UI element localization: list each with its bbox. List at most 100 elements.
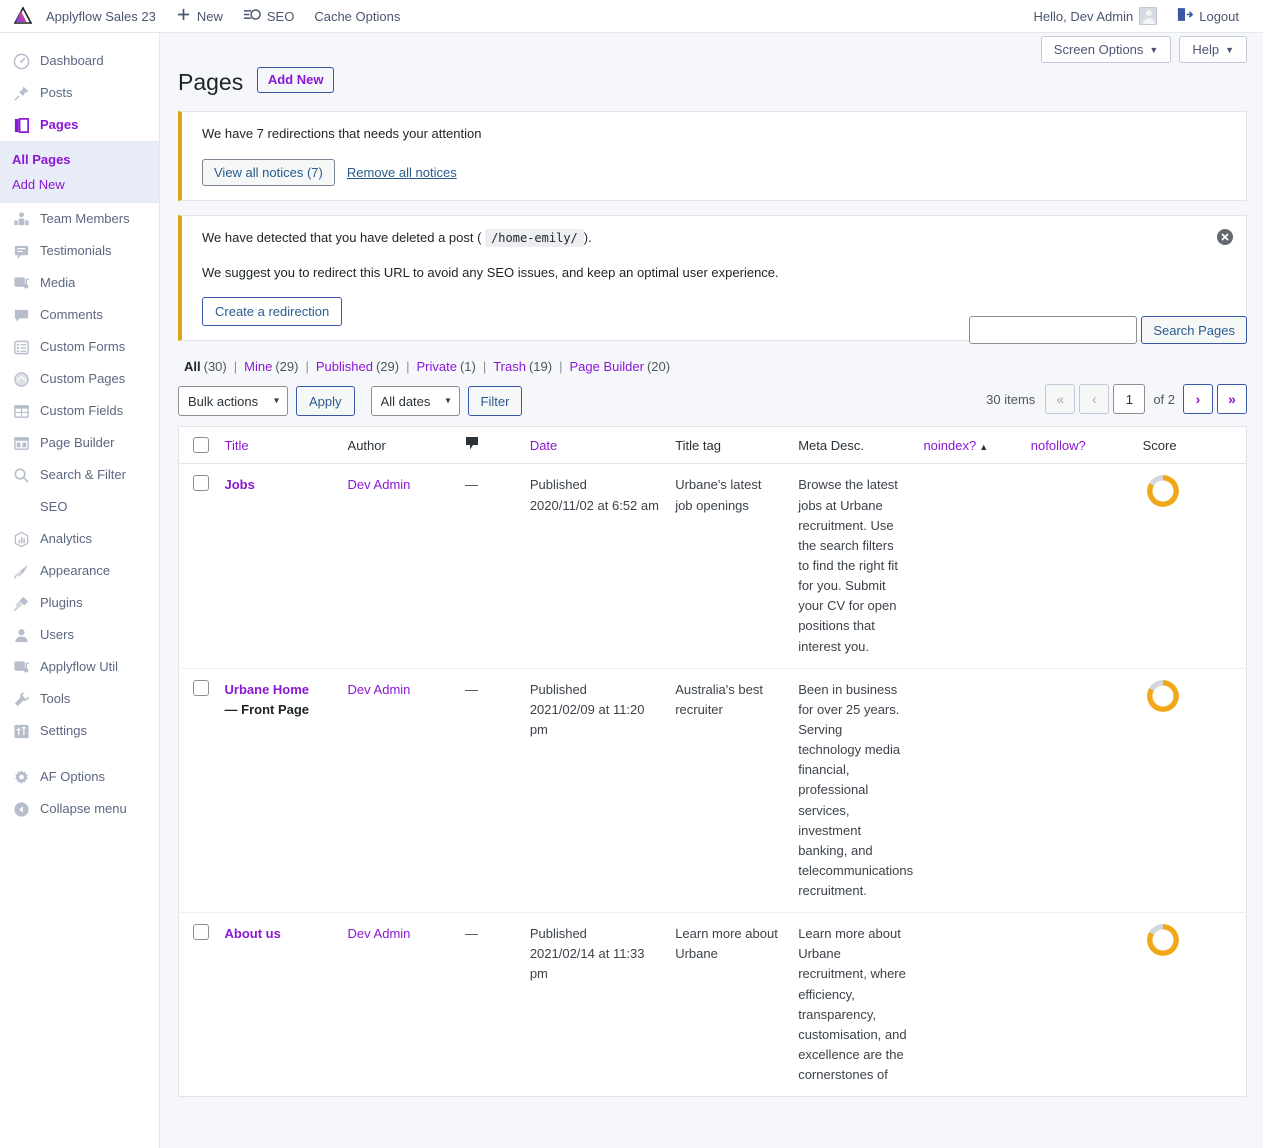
author-link[interactable]: Dev Admin xyxy=(348,682,411,697)
page-builder-icon xyxy=(12,434,30,452)
sidebar-item-users[interactable]: Users xyxy=(0,619,159,651)
sidebar-item-analytics[interactable]: Analytics xyxy=(0,523,159,555)
row-checkbox[interactable] xyxy=(193,679,209,696)
screen-options-button[interactable]: Screen Options ▼ xyxy=(1040,36,1172,63)
sidebar-item-af-options[interactable]: AF Options xyxy=(0,761,159,793)
sidebar-item-tools[interactable]: Tools xyxy=(0,683,159,715)
sidebar-item-appearance[interactable]: Appearance xyxy=(0,555,159,587)
row-comments-cell: — xyxy=(456,912,522,1097)
remove-all-notices-link[interactable]: Remove all notices xyxy=(347,165,457,180)
add-new-button[interactable]: Add New xyxy=(256,67,335,93)
sidebar-item-plugins[interactable]: Plugins xyxy=(0,587,159,619)
filter-separator: | xyxy=(406,359,410,375)
sidebar-item-posts[interactable]: Posts xyxy=(0,77,159,109)
sidebar-item-label: Collapse menu xyxy=(40,801,127,816)
sidebar-item-settings[interactable]: Settings xyxy=(0,715,159,747)
create-redirection-button[interactable]: Create a redirection xyxy=(202,297,343,327)
sidebar-item-page-builder[interactable]: Page Builder xyxy=(0,427,159,459)
row-checkbox[interactable] xyxy=(193,924,209,941)
page-title-link[interactable]: Jobs xyxy=(225,477,255,492)
sidebar-item-label: Tools xyxy=(40,691,71,706)
sidebar-item-all-pages[interactable]: All Pages xyxy=(0,147,159,172)
close-icon[interactable] xyxy=(1216,228,1234,246)
filter-link-mine[interactable]: Mine xyxy=(244,359,272,374)
sidebar-item-applyflow-util[interactable]: Applyflow Util xyxy=(0,651,159,683)
sidebar-item-label: Custom Fields xyxy=(40,403,124,418)
deleted-post-line: We have detected that you have deleted a… xyxy=(202,228,1232,249)
new-content-button[interactable]: New xyxy=(166,0,233,33)
score-indicator xyxy=(1146,924,1179,957)
filter-link-all[interactable]: All xyxy=(184,359,201,374)
seo-menu-button[interactable]: SEO xyxy=(233,0,304,33)
filter-link-private[interactable]: Private xyxy=(416,359,456,374)
sort-title-link[interactable]: Title xyxy=(225,438,249,453)
sidebar-item-testimonials[interactable]: Testimonials xyxy=(0,235,159,267)
total-pages-label: of 2 xyxy=(1153,391,1175,407)
apply-button[interactable]: Apply xyxy=(296,386,355,417)
next-page-button[interactable]: › xyxy=(1183,384,1213,415)
filter-link-page-builder[interactable]: Page Builder xyxy=(569,359,643,374)
collapse-icon xyxy=(12,800,30,818)
row-date-cell: Published 2021/02/14 at 11:33 pm xyxy=(521,912,668,1097)
row-author-cell: Dev Admin xyxy=(339,667,457,913)
page-title-link[interactable]: About us xyxy=(225,926,281,941)
sidebar-item-dashboard[interactable]: Dashboard xyxy=(0,45,159,77)
sidebar-item-label: Custom Pages xyxy=(40,371,126,386)
date-status: Published xyxy=(529,681,587,697)
table-head: Title Author Date Title tag Meta Desc. n… xyxy=(178,426,1247,465)
search-input[interactable] xyxy=(969,316,1138,344)
sidebar-item-collapse-menu[interactable]: Collapse menu xyxy=(0,793,159,825)
forms-icon xyxy=(12,338,30,356)
sort-nofollow-link[interactable]: nofollow? xyxy=(1031,438,1086,453)
sidebar-item-custom-forms[interactable]: Custom Forms xyxy=(0,331,159,363)
testimonials-icon xyxy=(12,242,30,260)
sort-date-link[interactable]: Date xyxy=(530,438,557,453)
help-button[interactable]: Help ▼ xyxy=(1179,36,1247,63)
filter-link-published[interactable]: Published xyxy=(316,359,373,374)
cache-options-button[interactable]: Cache Options xyxy=(304,0,410,33)
bulk-actions-select[interactable]: Bulk actions xyxy=(178,386,288,417)
score-header-label: Score xyxy=(1142,437,1177,453)
sidebar-item-add-new[interactable]: Add New xyxy=(0,172,159,197)
sidebar-item-pages[interactable]: Pages xyxy=(0,109,159,141)
first-page-button: « xyxy=(1045,384,1076,415)
column-header-title: Title xyxy=(216,426,340,465)
account-menu[interactable]: Hello, Dev Admin xyxy=(1024,0,1168,33)
sidebar-item-search-filter[interactable]: Search & Filter xyxy=(0,459,159,491)
date-filter-select[interactable]: All dates xyxy=(370,386,460,417)
search-pages-button[interactable]: Search Pages xyxy=(1141,316,1247,344)
author-link[interactable]: Dev Admin xyxy=(348,477,411,492)
table-header-row: Title Author Date Title tag Meta Desc. n… xyxy=(178,426,1247,465)
status-filter-links: All (30) | Mine (29) | Published (29) | Pri… xyxy=(184,359,1247,374)
seo-sliders-icon xyxy=(243,7,261,25)
sidebar-item-comments[interactable]: Comments xyxy=(0,299,159,331)
current-page-input[interactable] xyxy=(1113,384,1146,415)
row-score-cell xyxy=(1134,912,1247,1097)
sidebar-item-team-members[interactable]: Team Members xyxy=(0,203,159,235)
sidebar-item-label: Pages xyxy=(40,117,79,132)
screen-options-label: Screen Options xyxy=(1053,42,1144,57)
filter-link-trash[interactable]: Trash xyxy=(493,359,526,374)
sidebar-item-label: Analytics xyxy=(40,531,93,546)
view-all-notices-button[interactable]: View all notices (7) xyxy=(202,158,335,186)
author-link[interactable]: Dev Admin xyxy=(348,926,411,941)
sidebar-item-label: Settings xyxy=(40,723,87,738)
sidebar-item-seo[interactable]: SEO xyxy=(0,491,159,523)
sort-noindex-link[interactable]: noindex? xyxy=(923,438,976,453)
site-name-link[interactable]: Applyflow Sales 23 xyxy=(36,0,166,33)
filter-count-all: (30) xyxy=(203,359,227,375)
custom-fields-icon xyxy=(12,402,30,420)
sidebar-item-custom-pages[interactable]: Custom Pages xyxy=(0,363,159,395)
last-page-button[interactable]: » xyxy=(1217,384,1247,415)
dashboard-icon xyxy=(12,52,30,70)
logout-button[interactable]: Logout xyxy=(1167,0,1249,33)
page-title-link[interactable]: Urbane Home xyxy=(225,682,310,697)
sidebar-item-media[interactable]: Media xyxy=(0,267,159,299)
sidebar-item-custom-fields[interactable]: Custom Fields xyxy=(0,395,159,427)
select-all-checkbox[interactable] xyxy=(193,437,209,454)
filter-button[interactable]: Filter xyxy=(467,386,523,417)
row-checkbox[interactable] xyxy=(193,475,209,492)
redirection-notice: We have 7 redirections that needs your a… xyxy=(178,111,1247,201)
sidebar-item-label: Team Members xyxy=(40,211,130,226)
applyflow-logo-icon[interactable] xyxy=(10,3,36,29)
